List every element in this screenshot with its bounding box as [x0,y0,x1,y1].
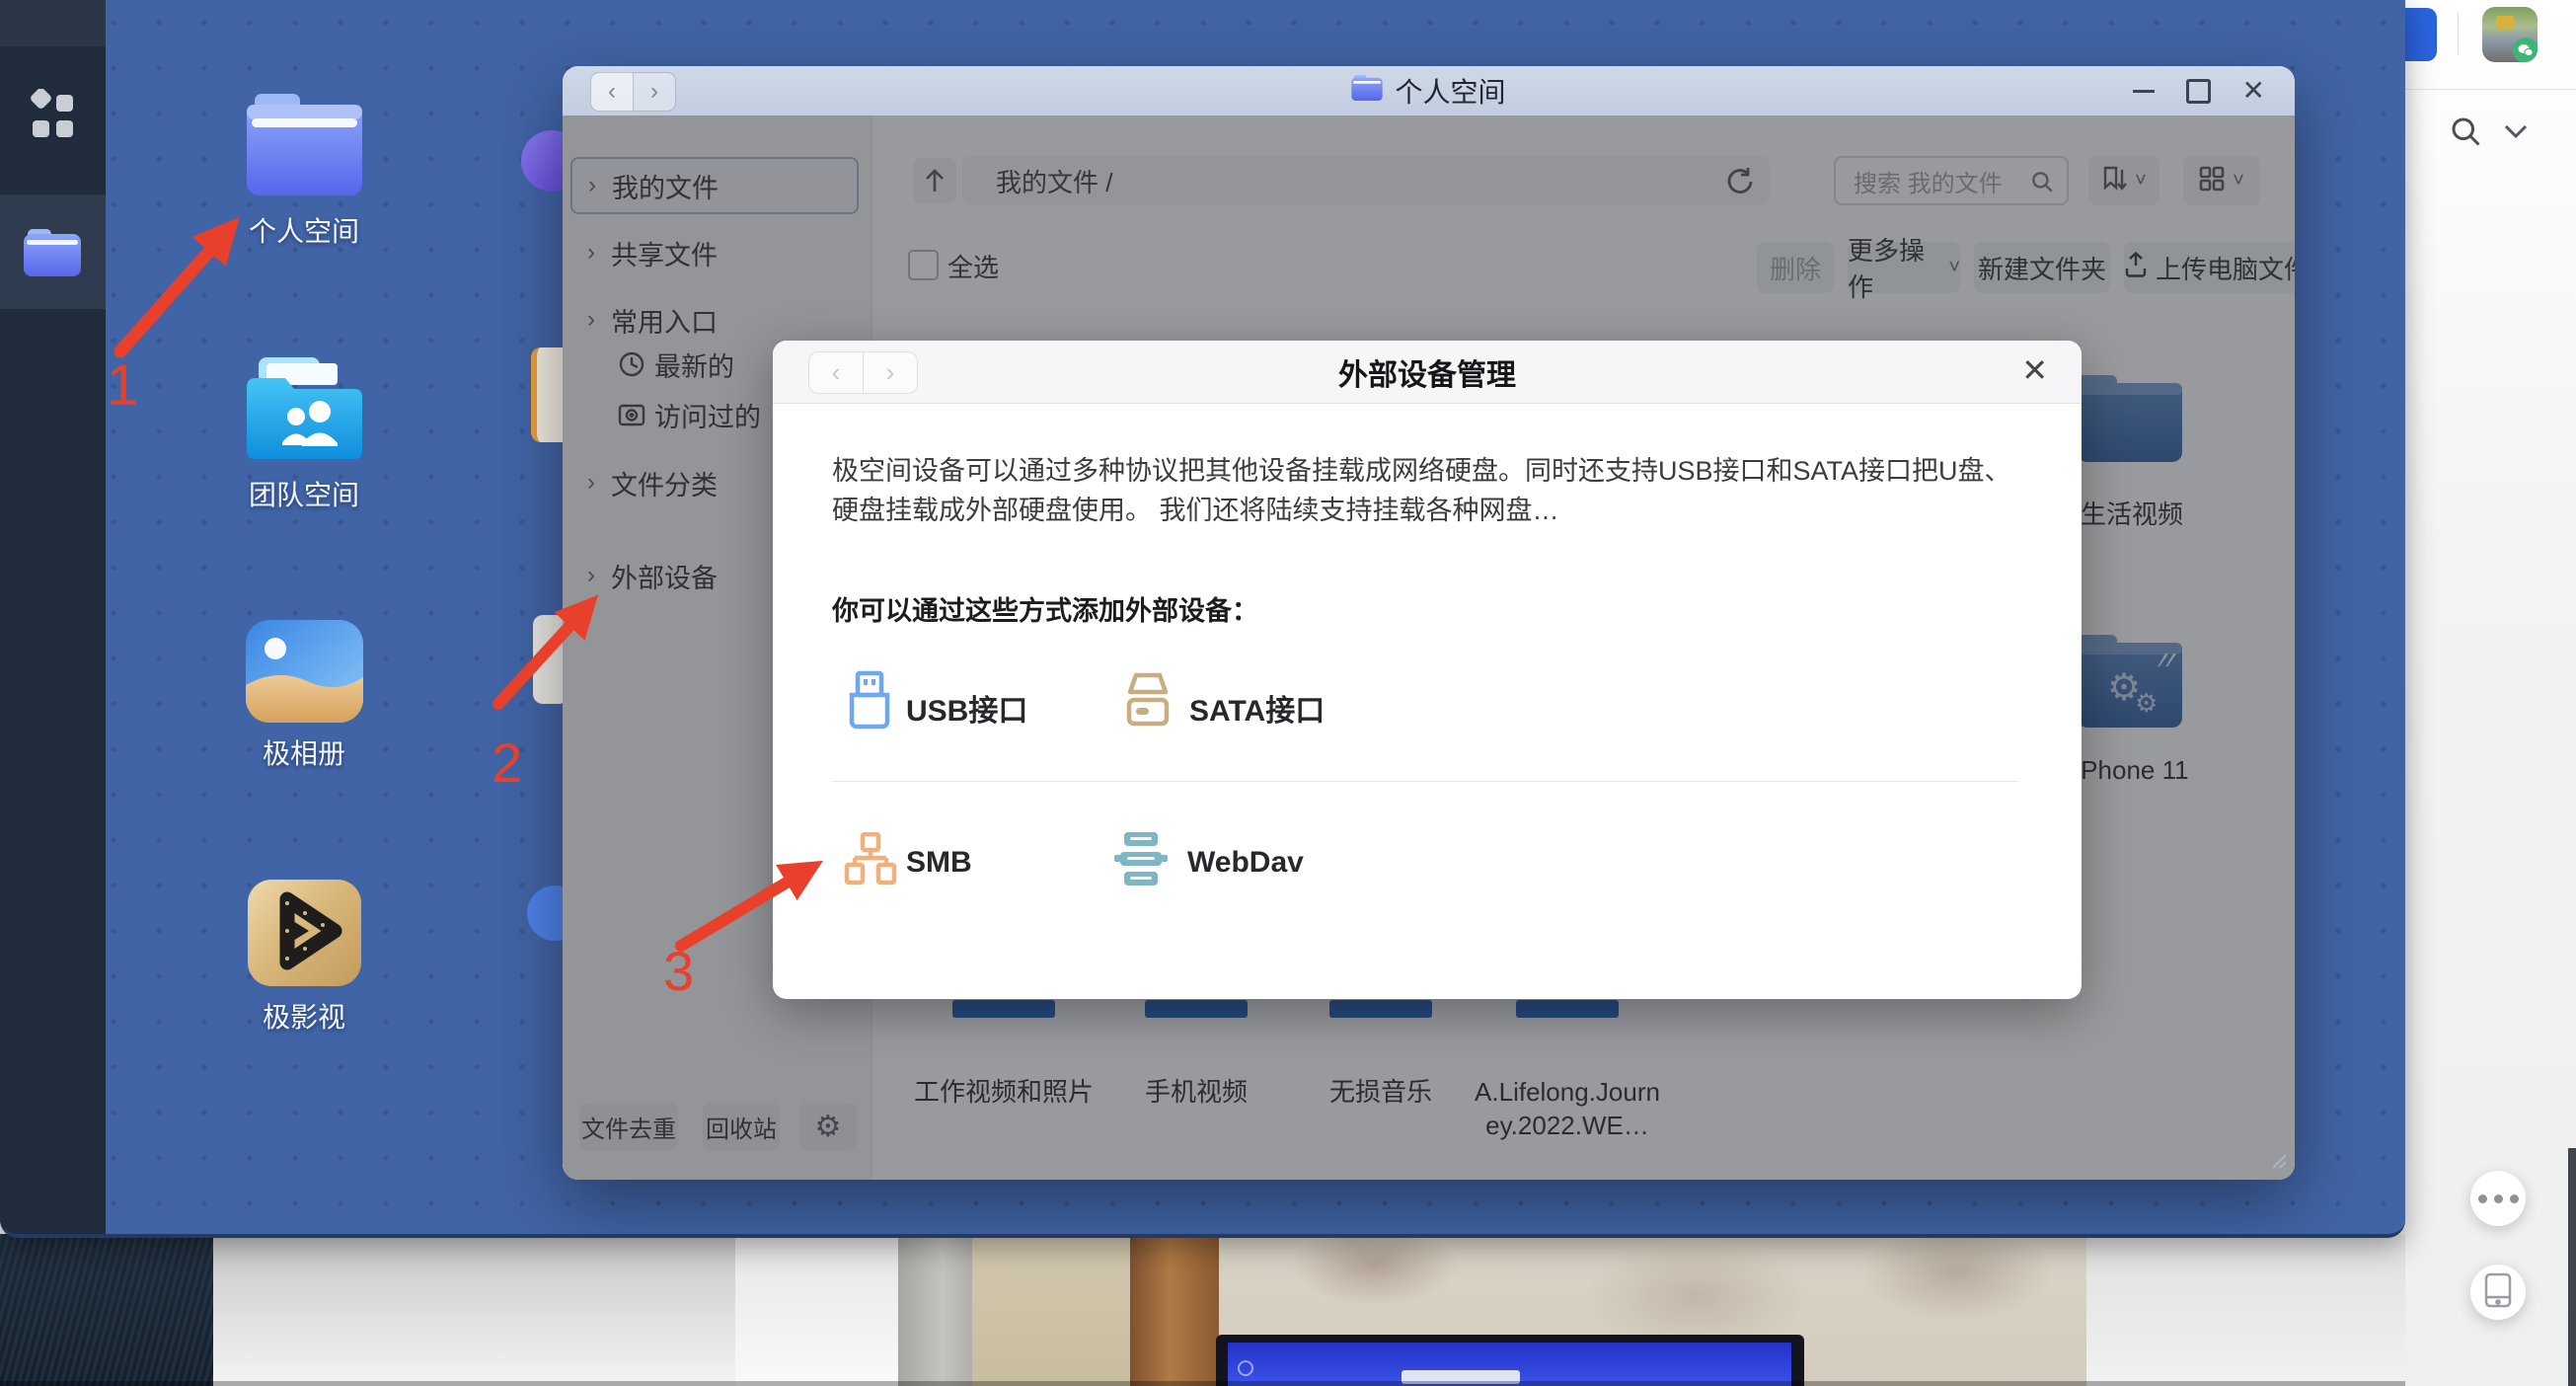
window-title: 个人空间 [1351,71,1505,111]
team-space-folder-icon [186,355,422,464]
back-button[interactable]: ‹ [808,351,864,394]
avatar-sign [2496,16,2514,29]
option-label[interactable]: SATA接口 [1189,686,1325,730]
ellipsis-icon [2478,1194,2519,1203]
dialog-subtitle: 你可以通过这些方式添加外部设备： [832,589,1258,628]
smb-network-icon[interactable] [844,832,897,892]
window-titlebar[interactable]: ‹ › 个人空间 ✕ [563,66,2295,116]
desktop-icon-photos[interactable]: 极相册 [186,620,422,772]
photo-album-icon [246,620,363,723]
background-photo-dark [0,1234,213,1386]
close-icon[interactable]: ✕ [2021,354,2048,386]
mobile-device-fab[interactable] [2470,1265,2526,1320]
desktop-icon-personal-space[interactable]: 个人空间 [186,94,422,250]
user-avatar[interactable] [2482,7,2538,62]
external-device-dialog: ‹ › 外部设备管理 ✕ 极空间设备可以通过多种协议把其他设备挂载成网络硬盘。同… [773,341,2082,999]
app-sidebar [0,0,106,1234]
host-divider [2458,13,2459,54]
background-room-photo [898,1234,2086,1386]
folder-icon [1351,74,1383,108]
usb-port-icon[interactable] [844,670,895,734]
desktop-icon-team-space[interactable]: 团队空间 [186,355,422,513]
dialog-description: 极空间设备可以通过多种协议把其他设备挂载成网络硬盘。同时还支持USB接口和SAT… [832,451,2026,530]
background-panel-gray [213,1234,898,1386]
forward-button[interactable]: › [864,351,918,394]
dialog-title: 外部设备管理 [1338,350,1516,394]
host-edge-strip [2568,1148,2576,1386]
dialog-history-nav: ‹ › [808,351,918,394]
more-options-fab[interactable] [2470,1171,2526,1226]
sata-port-icon[interactable] [1120,672,1175,734]
file-manager-window: ‹ › 个人空间 ✕ [563,66,2295,1180]
option-label[interactable]: SMB [906,846,972,880]
dialog-header: ‹ › 外部设备管理 ✕ [773,341,2082,404]
option-label[interactable]: USB接口 [906,686,1027,730]
host-divider-horizontal [2405,89,2576,90]
desktop-icon-movies[interactable]: 极影视 [186,880,422,1036]
desktop-icon-label: 团队空间 [186,474,422,513]
host-blue-button[interactable] [2405,8,2437,61]
page-bottom-edge [0,1381,2405,1386]
wechat-badge-icon [2513,38,2538,62]
file-manager-app-icon[interactable] [24,227,81,276]
chevron-down-icon[interactable] [2502,122,2530,145]
forward-button[interactable]: › [634,72,676,112]
tv-screen [1228,1343,1791,1386]
movie-app-icon [248,880,361,986]
app-launcher-icon[interactable] [25,89,80,144]
back-button[interactable]: ‹ [590,72,634,112]
nas-desktop: 个人空间 团队空间 极相册 [0,0,2405,1238]
phone-icon [2484,1272,2512,1313]
desktop-icon-label: 极相册 [186,732,422,772]
host-right-panel [2405,0,2576,1386]
desktop-icon-label: 极影视 [186,996,422,1036]
desktop-icon-label: 个人空间 [186,210,422,250]
maximize-button[interactable] [2186,79,2211,104]
minimize-button[interactable] [2133,90,2155,93]
webdav-server-icon[interactable] [1112,830,1170,894]
dialog-divider [832,781,2018,782]
personal-space-folder-icon [186,94,422,200]
sidebar-top-band [0,0,106,46]
background-panel-gray-right [2086,1234,2405,1386]
option-label[interactable]: WebDav [1187,846,1304,880]
resize-grip[interactable] [2267,1149,2287,1174]
window-history-nav: ‹ › [590,72,676,112]
close-button[interactable]: ✕ [2242,77,2265,105]
search-icon[interactable] [2448,114,2483,154]
